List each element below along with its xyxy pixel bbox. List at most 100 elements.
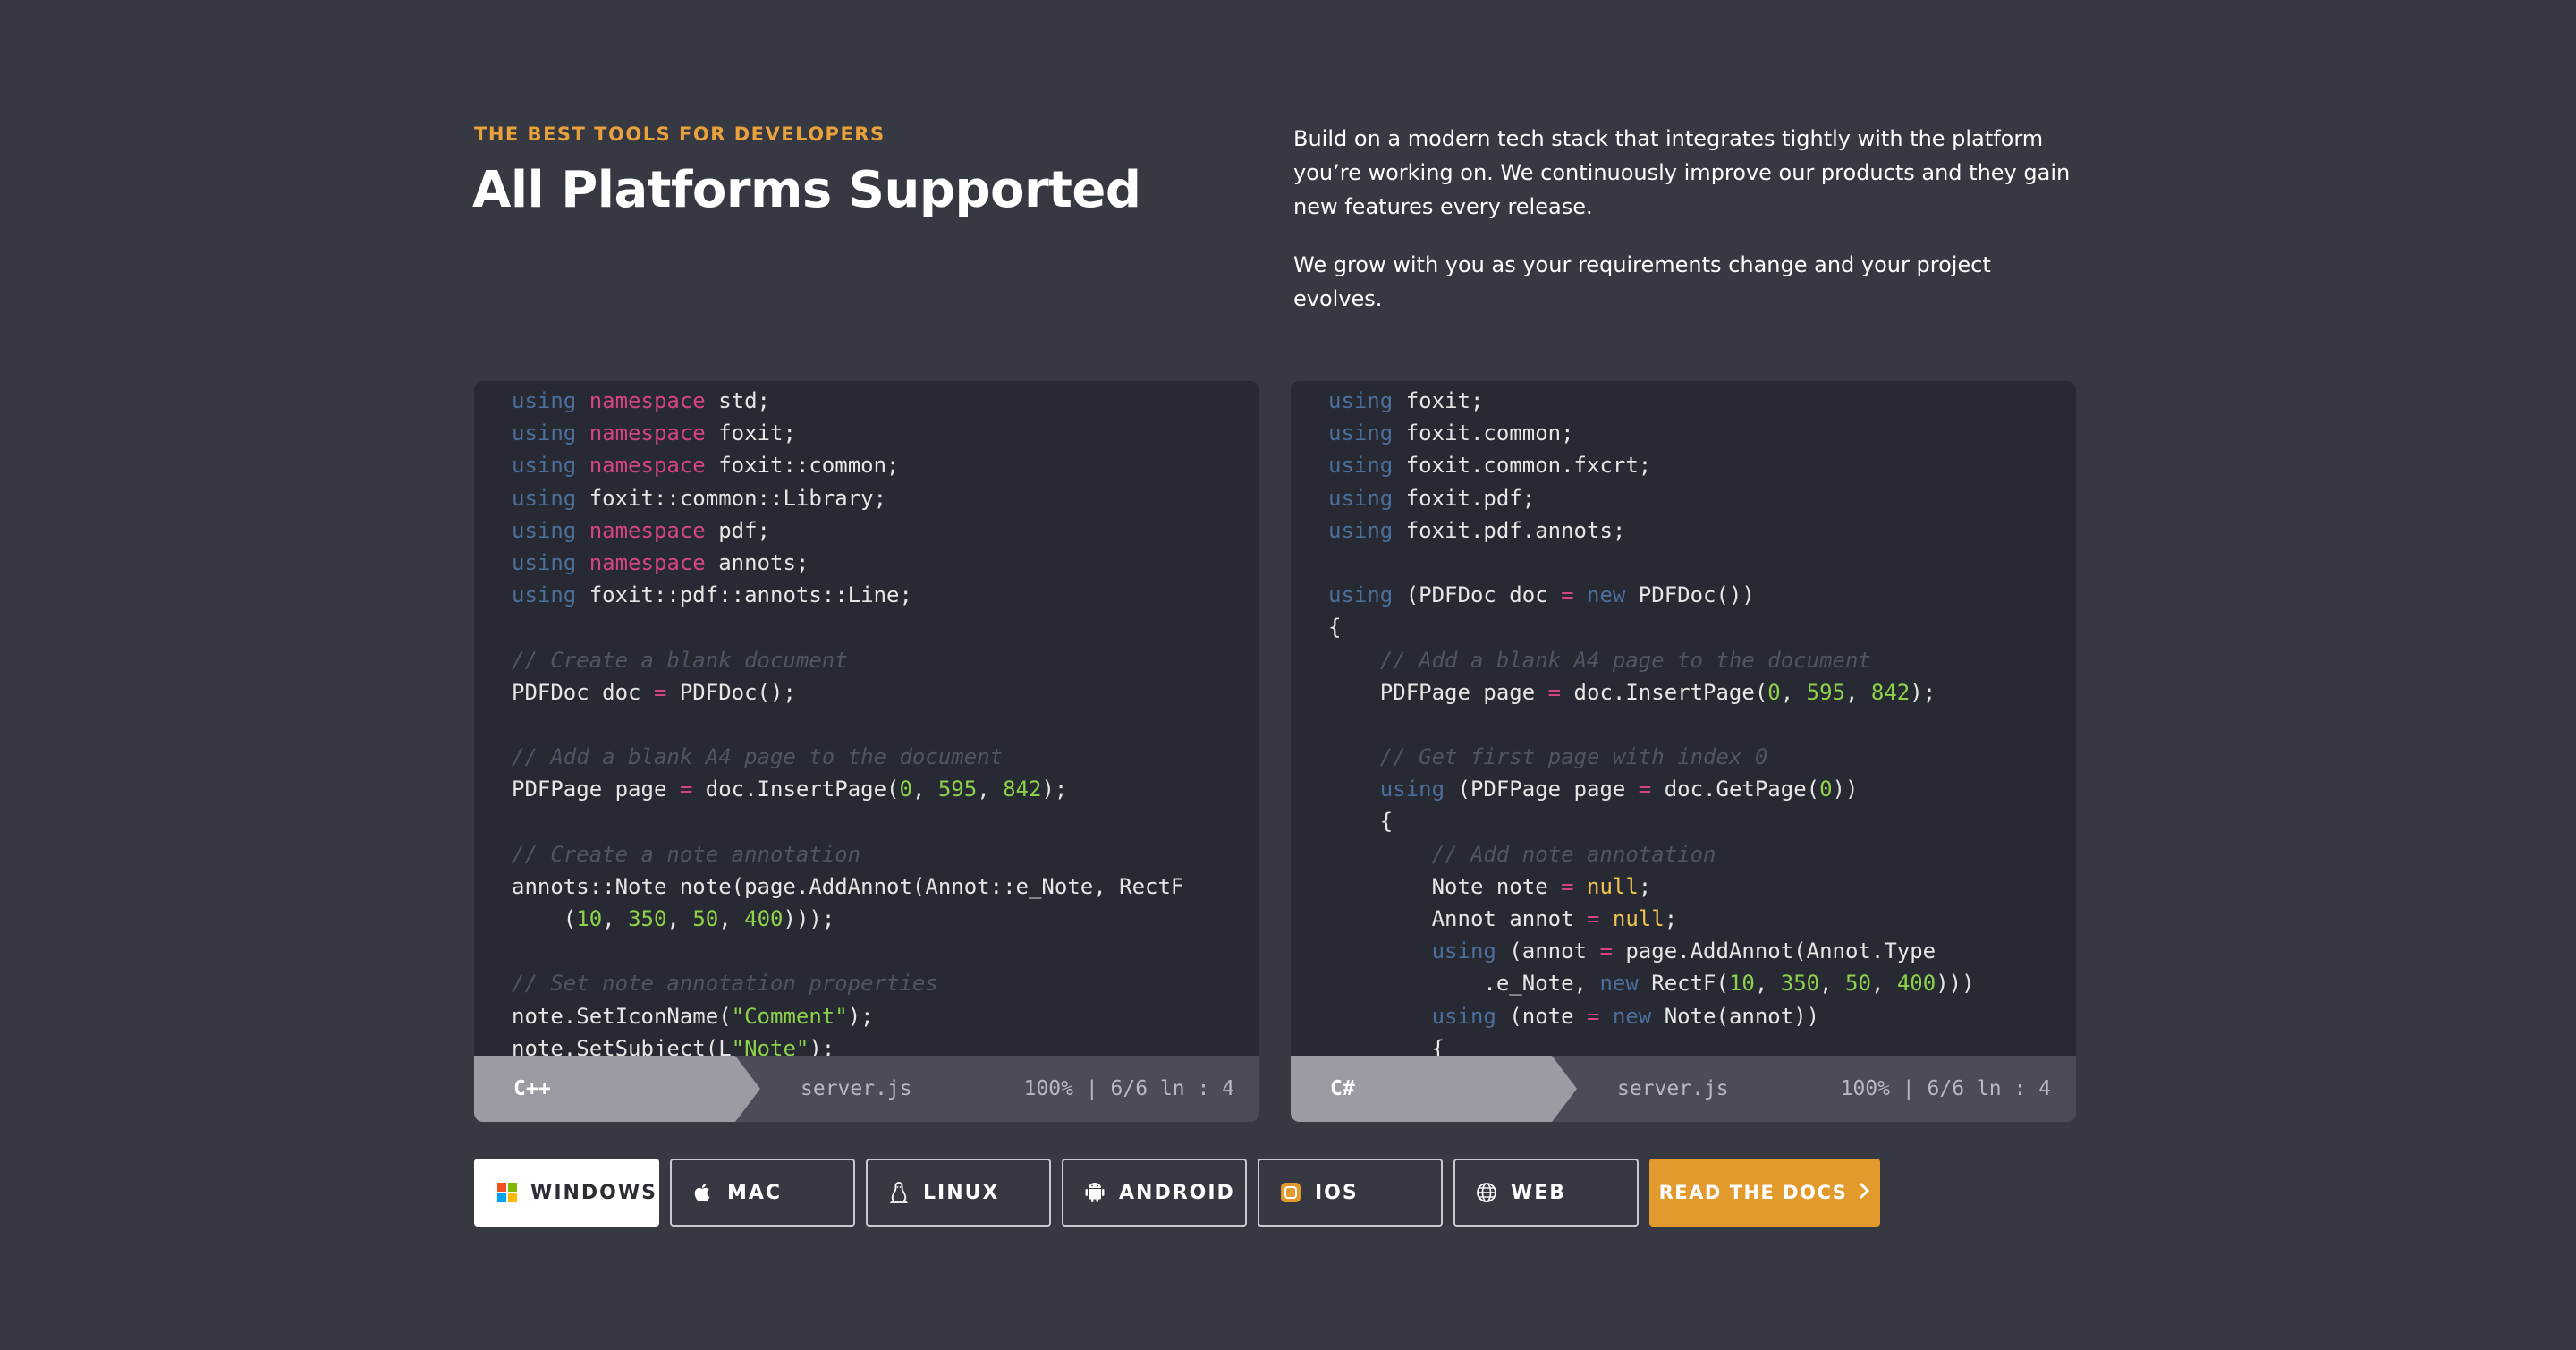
csharp-code-token: { bbox=[1328, 1035, 1445, 1056]
tab-windows[interactable]: WINDOWS bbox=[474, 1159, 659, 1227]
cpp-code-line: using foxit::pdf::annots::Line; bbox=[512, 579, 1259, 611]
csharp-code-token: // Add note annotation bbox=[1431, 841, 1716, 867]
cpp-code-token: // Set note annotation properties bbox=[512, 971, 938, 997]
csharp-code-token: (note bbox=[1496, 1003, 1587, 1029]
csharp-code-line bbox=[1328, 547, 2076, 579]
csharp-code-line: using (PDFDoc doc = new PDFDoc()) bbox=[1328, 579, 2076, 611]
csharp-code-token: .e_Note, bbox=[1328, 971, 1600, 997]
intro-text: Build on a modern tech stack that integr… bbox=[1293, 122, 2080, 316]
cpp-code-token: ( bbox=[512, 906, 577, 931]
cpp-code-token: ); bbox=[1041, 777, 1068, 802]
cpp-code-token: // Create a note annotation bbox=[512, 841, 861, 867]
chevron-right-icon bbox=[1858, 1182, 1870, 1204]
csharp-code-token: = bbox=[1561, 582, 1574, 608]
csharp-code-token: doc.GetPage( bbox=[1651, 777, 1820, 802]
tab-web[interactable]: WEB bbox=[1453, 1159, 1639, 1227]
cpp-code-token: std; bbox=[705, 388, 770, 413]
csharp-code-token: ; bbox=[1638, 873, 1652, 899]
cpp-code-token: = bbox=[679, 777, 693, 802]
csharp-code-token bbox=[1328, 648, 1380, 673]
tab-linux[interactable]: LINUX bbox=[866, 1159, 1051, 1227]
cpp-code-token: PDFDoc(); bbox=[666, 679, 796, 705]
csharp-code-token: 842 bbox=[1870, 679, 1911, 705]
cpp-code-line: // Create a note annotation bbox=[512, 838, 1259, 870]
cpp-code-token: note.SetSubject(L bbox=[512, 1035, 732, 1056]
cpp-code-token: 400 bbox=[744, 906, 784, 931]
csharp-code-token bbox=[1599, 1004, 1612, 1029]
cpp-code-token: ))); bbox=[783, 906, 835, 931]
csharp-code-token: using bbox=[1379, 777, 1445, 802]
csharp-code-token: using bbox=[1431, 1003, 1496, 1029]
csharp-code-token: using bbox=[1328, 517, 1394, 543]
cpp-code-line: PDFPage page = doc.InsertPage(0, 595, 84… bbox=[512, 773, 1259, 805]
csharp-code-token bbox=[1574, 582, 1587, 607]
cpp-code-token: using bbox=[512, 453, 577, 479]
cpp-code-area[interactable]: using namespace std; using namespace foxi… bbox=[474, 381, 1259, 1056]
read-the-docs-label: READ THE DOCS bbox=[1658, 1182, 1848, 1203]
cpp-code-token: 0 bbox=[899, 777, 912, 802]
cpp-code-token bbox=[576, 550, 589, 575]
cpp-code-line: // Set note annotation properties bbox=[512, 967, 1259, 999]
csharp-code-line: // Add a blank A4 page to the document bbox=[1328, 644, 2076, 676]
csharp-code-token bbox=[1328, 1004, 1432, 1029]
csharp-code-panel: using foxit; using foxit.common; using fox… bbox=[1291, 381, 2076, 1122]
ios-icon bbox=[1279, 1181, 1302, 1204]
page-title: All Platforms Supported bbox=[472, 161, 1141, 219]
cpp-code-token: ); bbox=[847, 1003, 874, 1029]
read-the-docs-button[interactable]: READ THE DOCS bbox=[1649, 1159, 1880, 1227]
csharp-code-token bbox=[1328, 938, 1432, 964]
cpp-code-token: foxit; bbox=[705, 420, 796, 446]
intro-paragraph-2: We grow with you as your requirements ch… bbox=[1293, 252, 1991, 311]
linux-icon bbox=[887, 1181, 911, 1204]
csharp-code-line: using (annot = page.AddAnnot(Annot.Type bbox=[1328, 935, 2076, 967]
csharp-code-token: 10 bbox=[1728, 971, 1755, 997]
csharp-code-area[interactable]: using foxit; using foxit.common; using fox… bbox=[1291, 381, 2076, 1056]
cpp-code-token: pdf; bbox=[705, 517, 770, 543]
csharp-code-token: new bbox=[1599, 971, 1639, 997]
cpp-code-line: using namespace std; bbox=[512, 385, 1259, 417]
csharp-code-token: = bbox=[1638, 777, 1652, 802]
csharp-code-token: ; bbox=[1664, 906, 1678, 931]
cpp-code-line: using foxit::common::Library; bbox=[512, 482, 1259, 514]
cpp-code-token: namespace bbox=[589, 549, 706, 575]
csharp-code-token: foxit.pdf; bbox=[1393, 485, 1536, 511]
cpp-code-token: , bbox=[666, 906, 693, 931]
cpp-code-token: "Comment" bbox=[731, 1003, 848, 1029]
tab-android[interactable]: ANDROID bbox=[1062, 1159, 1247, 1227]
csharp-code-line: using foxit.pdf.annots; bbox=[1328, 514, 2076, 547]
cpp-code-line: annots::Note note(page.AddAnnot(Annot::e… bbox=[512, 870, 1259, 903]
cpp-code-token: foxit::common::Library; bbox=[576, 485, 887, 511]
csharp-code-token: using bbox=[1328, 582, 1394, 608]
csharp-code-token: , bbox=[1870, 971, 1897, 997]
section-eyebrow: THE BEST TOOLS FOR DEVELOPERS bbox=[474, 123, 886, 145]
windows-icon bbox=[496, 1181, 518, 1204]
tab-mac-label: MAC bbox=[727, 1181, 783, 1204]
cpp-code-token bbox=[576, 388, 589, 413]
csharp-code-token bbox=[1574, 874, 1587, 899]
cpp-code-token: , bbox=[911, 777, 938, 802]
csharp-code-line: using (note = new Note(annot)) bbox=[1328, 1000, 2076, 1032]
csharp-code-token: , bbox=[1819, 971, 1846, 997]
csharp-code-token: = bbox=[1561, 873, 1574, 899]
tab-ios[interactable]: IOS bbox=[1258, 1159, 1443, 1227]
csharp-code-token: null bbox=[1612, 906, 1665, 931]
cpp-code-token: // Create a blank document bbox=[512, 647, 848, 673]
csharp-code-token: )) bbox=[1832, 777, 1859, 802]
csharp-code-token: = bbox=[1587, 1003, 1600, 1029]
cpp-code-token: 842 bbox=[1003, 777, 1042, 802]
csharp-code-line: // Add note annotation bbox=[1328, 838, 2076, 870]
tab-ios-label: IOS bbox=[1315, 1181, 1359, 1204]
csharp-code-token: { bbox=[1328, 809, 1394, 835]
cpp-code-line: using namespace pdf; bbox=[512, 514, 1259, 547]
cpp-code-token: 10 bbox=[576, 906, 603, 931]
csharp-code-token: PDFDoc()) bbox=[1625, 582, 1755, 608]
tab-windows-label: WINDOWS bbox=[530, 1181, 657, 1204]
tab-mac[interactable]: MAC bbox=[670, 1159, 855, 1227]
cpp-code-line: // Add a blank A4 page to the document bbox=[512, 741, 1259, 773]
cpp-code-line: using namespace foxit::common; bbox=[512, 449, 1259, 481]
csharp-code-token: , bbox=[1780, 679, 1807, 705]
csharp-code-token: (PDFPage page bbox=[1445, 777, 1639, 802]
csharp-file-name: server.js bbox=[1617, 1077, 1729, 1100]
csharp-code-line: PDFPage page = doc.InsertPage(0, 595, 84… bbox=[1328, 676, 2076, 709]
apple-icon bbox=[691, 1181, 715, 1204]
